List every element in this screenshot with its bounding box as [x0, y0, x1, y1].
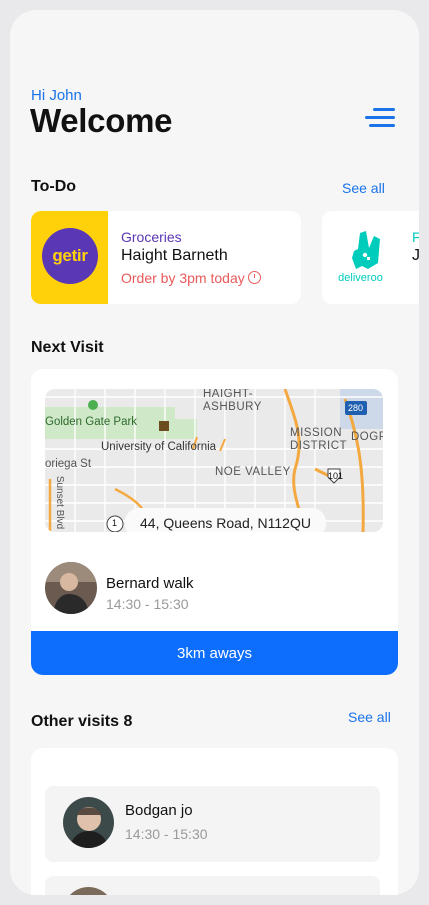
next-visit-section-title: Next Visit: [31, 339, 104, 356]
todo-card-groceries[interactable]: getir Groceries Haight Barneth Order by …: [31, 211, 301, 304]
distance-button[interactable]: 3km aways: [31, 631, 398, 675]
todo-name: Haight Barneth: [121, 247, 228, 264]
list-item[interactable]: [45, 876, 380, 895]
other-visits-card: Bodgan jo 14:30 - 15:30: [31, 748, 398, 895]
todo-card-deliveroo[interactable]: deliveroo F J: [322, 211, 419, 304]
deliveroo-logo: deliveroo: [322, 211, 399, 304]
hamburger-menu-icon[interactable]: [362, 104, 398, 134]
visit-address: 44, Queens Road, N112QU: [125, 508, 326, 532]
visit-time: 14:30 - 15:30: [125, 826, 208, 842]
map-view[interactable]: HAIGHT- ASHBURY Golden Gate Park Univers…: [45, 389, 383, 532]
todo-name: J: [412, 247, 419, 264]
person-name: Bodgan jo: [125, 802, 193, 819]
visit-time: 14:30 - 15:30: [106, 596, 189, 612]
other-visits-section-title: Other visits 8: [31, 713, 133, 730]
person-name: Bernard walk: [106, 575, 194, 592]
todo-section-title: To-Do: [31, 178, 77, 195]
todo-see-all-link[interactable]: See all: [342, 180, 385, 196]
todo-due: Order by 3pm today: [121, 270, 261, 286]
next-visit-card: HAIGHT- ASHBURY Golden Gate Park Univers…: [31, 369, 398, 675]
alarm-clock-icon: [247, 271, 261, 284]
todo-category: Groceries: [121, 229, 182, 245]
avatar: [63, 797, 114, 848]
phone-screen: Hi John Welcome To-Do See all getir Groc…: [10, 10, 419, 895]
list-item[interactable]: Bodgan jo 14:30 - 15:30: [45, 786, 380, 862]
other-visits-see-all-link[interactable]: See all: [348, 709, 391, 725]
deliveroo-kangaroo-icon: [352, 231, 380, 269]
todo-category: F: [412, 229, 419, 245]
avatar: [45, 562, 97, 614]
avatar: [63, 887, 114, 895]
page-title: Welcome: [30, 102, 173, 139]
getir-logo: getir: [31, 211, 108, 304]
